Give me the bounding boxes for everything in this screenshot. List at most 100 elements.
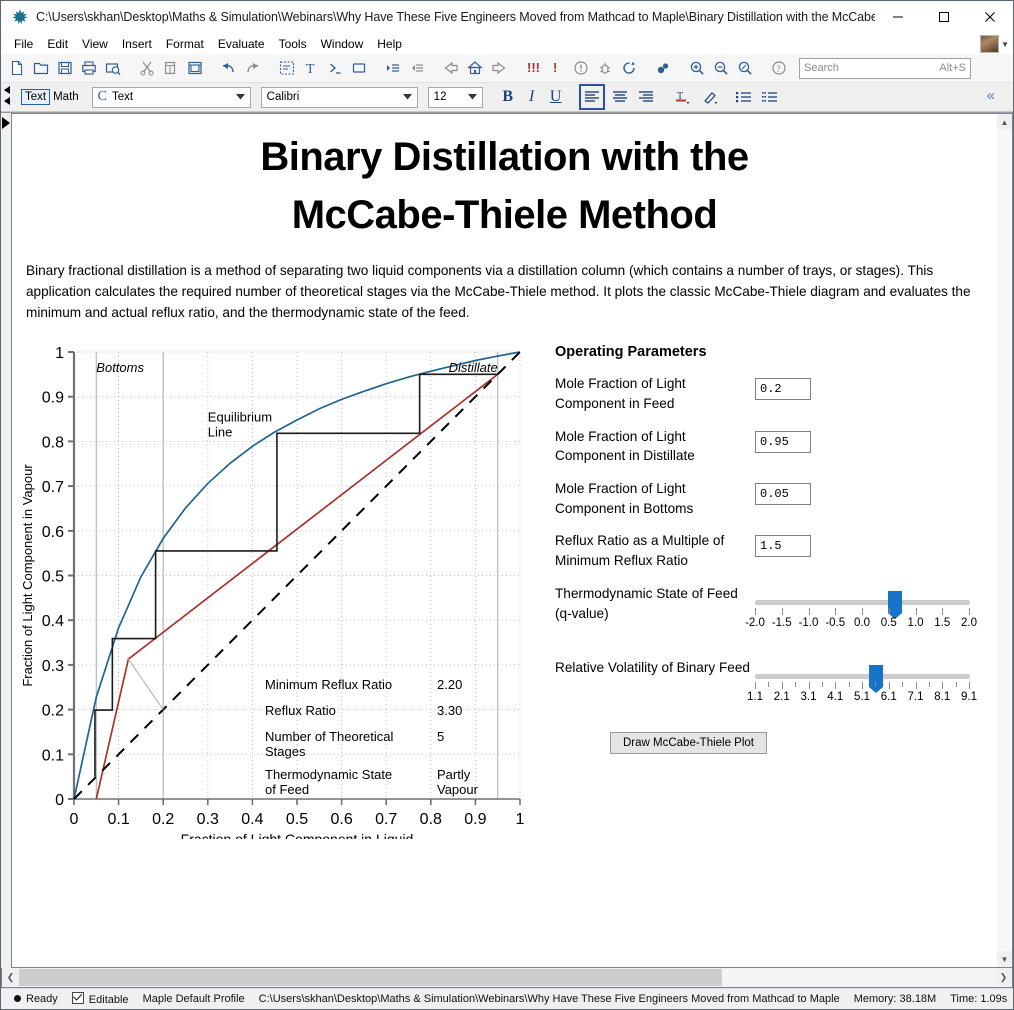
math-mode-button[interactable]: Math [50,90,82,104]
execute-icon[interactable]: ! [545,56,569,80]
highlight-button[interactable] [699,86,721,108]
forward-icon[interactable] [487,56,511,80]
toolbar-expander[interactable] [3,85,13,107]
annotation-distillate: Distillate [449,360,498,375]
distillate-mole-fraction-input[interactable]: 0.95 [755,431,811,453]
align-right-button[interactable] [635,86,657,108]
q-value-slider[interactable]: -2.0-1.5-1.0-0.50.00.51.01.52.0 [755,600,970,632]
print-icon[interactable] [77,56,101,80]
reflux-multiple-input[interactable]: 1.5 [755,535,811,557]
restart-icon[interactable] [617,56,641,80]
feed-mole-fraction-input[interactable]: 0.2 [755,378,811,400]
slider-tick [835,608,836,615]
slider-tick-label: 1.1 [747,691,763,703]
underline-button[interactable]: U [545,86,567,108]
insert-section-icon[interactable] [347,56,371,80]
stop-icon[interactable] [569,56,593,80]
search-input[interactable]: Search Alt+S [799,58,971,79]
plot-icon[interactable] [651,56,675,80]
style-dropdown[interactable]: C Text [92,87,251,108]
menu-view[interactable]: View [75,36,115,52]
bullet-list-button[interactable] [733,86,755,108]
menu-help[interactable]: Help [370,36,409,52]
font-size-dropdown[interactable]: 12 [428,87,483,108]
indent-left-icon[interactable] [405,56,429,80]
chevron-down-icon[interactable] [465,88,481,107]
maximize-button[interactable] [921,1,967,33]
insert-text-region-icon[interactable] [275,56,299,80]
new-document-icon[interactable] [5,56,29,80]
result-value: PartlyVapour [437,767,479,797]
close-button[interactable] [967,1,1013,33]
debug-icon[interactable] [593,56,617,80]
horizontal-scrollbar[interactable]: ❮ ❯ [1,968,1013,988]
menu-insert[interactable]: Insert [115,36,159,52]
x-tick-label: 0.9 [464,811,486,828]
italic-button[interactable]: I [521,86,543,108]
slider-track[interactable] [755,674,970,679]
menu-window[interactable]: Window [314,36,371,52]
bold-button[interactable]: B [497,86,519,108]
scroll-left-button[interactable]: ❮ [2,969,19,986]
insert-prompt-icon[interactable] [323,56,347,80]
checkbox-icon[interactable] [72,992,84,1004]
align-left-button[interactable] [579,84,605,110]
slider-track[interactable] [755,600,970,605]
slider-tick [875,682,876,687]
status-editable[interactable]: Editable [65,992,136,1006]
mccabe-thiele-plot[interactable]: 00.10.20.30.40.50.60.70.80.9100.10.20.30… [12,339,537,839]
horizontal-scroll-track[interactable] [19,969,995,986]
bottoms-mole-fraction-input[interactable]: 0.05 [755,483,811,505]
slider-tick [849,682,850,687]
chevron-down-icon[interactable]: ▼ [1001,40,1009,49]
document-pane[interactable]: Binary Distillation with the McCabe-Thie… [11,113,997,968]
zoom-reset-icon[interactable] [733,56,757,80]
indent-right-icon[interactable] [381,56,405,80]
status-ready: Ready [7,993,65,1005]
y-tick-label: 0.4 [42,613,64,630]
document-canvas: Binary Distillation with the McCabe-Thie… [12,114,997,967]
redo-icon[interactable] [241,56,265,80]
open-folder-icon[interactable] [29,56,53,80]
relative-volatility-slider[interactable]: 1.12.13.14.15.16.17.18.19.1 [755,674,970,706]
menu-evaluate[interactable]: Evaluate [211,36,272,52]
undo-icon[interactable] [217,56,241,80]
slider-tick [755,608,756,615]
insert-text-icon[interactable]: T [299,56,323,80]
print-preview-icon[interactable] [101,56,125,80]
copy-icon[interactable] [159,56,183,80]
menu-file[interactable]: File [7,36,40,52]
save-icon[interactable] [53,56,77,80]
text-color-button[interactable]: T [671,86,693,108]
minimize-button[interactable] [875,1,921,33]
scroll-right-button[interactable]: ❯ [995,969,1012,986]
vertical-scroll-track[interactable] [997,130,1012,951]
zoom-out-icon[interactable] [709,56,733,80]
slider-tick-labels: -2.0-1.5-1.0-0.50.00.51.01.52.0 [755,617,970,632]
help-icon[interactable]: ? [767,56,791,80]
align-center-button[interactable] [609,86,631,108]
menu-tools[interactable]: Tools [272,36,314,52]
cut-icon[interactable] [135,56,159,80]
chevron-down-icon[interactable] [233,88,249,107]
y-tick-label: 0.8 [42,435,64,452]
paste-icon[interactable] [183,56,207,80]
draw-plot-button[interactable]: Draw McCabe-Thiele Plot [610,732,767,754]
scroll-down-button[interactable]: ▼ [997,951,1012,967]
chevron-down-icon[interactable] [400,88,416,107]
horizontal-scroll-thumb[interactable] [19,969,722,986]
home-icon[interactable] [463,56,487,80]
zoom-in-icon[interactable] [685,56,709,80]
vertical-scrollbar[interactable]: ▲ ▼ [997,113,1013,968]
text-mode-button[interactable]: Text [21,89,50,105]
avatar[interactable] [980,35,999,53]
slider-tick-label: -0.5 [825,617,845,629]
menu-edit[interactable]: Edit [40,36,75,52]
menu-format[interactable]: Format [159,36,211,52]
scroll-up-button[interactable]: ▲ [997,114,1012,130]
numbered-list-button[interactable] [759,86,781,108]
font-family-dropdown[interactable]: Calibri [261,87,418,108]
collapse-toolbar-icon[interactable]: « [987,87,995,104]
back-icon[interactable] [439,56,463,80]
execute-all-icon[interactable]: !!! [521,56,545,80]
